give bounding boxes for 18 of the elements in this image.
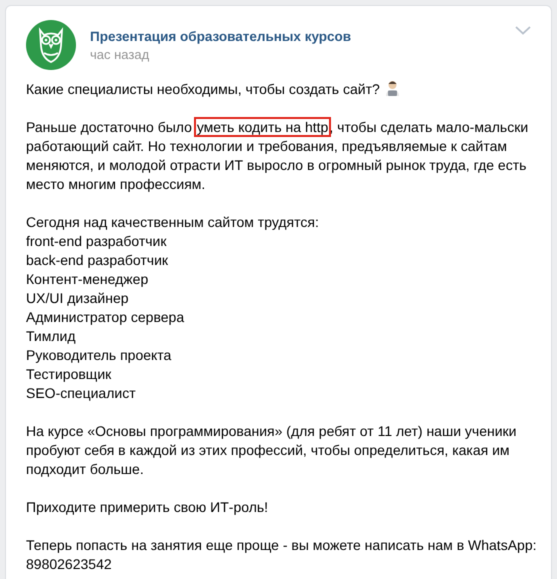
post-line: Тимлид <box>26 327 77 346</box>
author-link[interactable]: Презентация образовательных курсов <box>90 28 501 44</box>
post-line: SEO-специалист <box>26 384 137 403</box>
post-line: back-end разработчик <box>26 251 170 270</box>
post-line: 89802623542 <box>26 555 113 574</box>
post-line: Руководитель проекта <box>26 346 172 365</box>
post-text: Какие специалисты необходимы, чтобы создать сайт? <box>26 81 380 97</box>
post-text: Приходите примерить свою ИТ-роль! <box>26 499 268 515</box>
post-line: front-end разработчик <box>26 232 168 251</box>
post-line: UX/UI дизайнер <box>26 289 130 308</box>
post-line: Тестировщик <box>26 365 112 384</box>
post-line: Теперь попасть на занятия еще проще - вы можете написать нам в WhatsApp: <box>26 536 538 555</box>
post-line: Сегодня над качественным сайтом трудятся: <box>26 213 320 232</box>
post-line: Администратор сервера <box>26 308 186 327</box>
owl-logo-icon[interactable] <box>26 20 76 70</box>
post-text: На курсе «Основы программирования» (для ребят от 11 лет) наши ученики пробуют себя в каждой из этих профессий, чтобы определиться, какая им подходит больше. <box>26 423 516 477</box>
chevron-icon[interactable] <box>515 26 531 35</box>
post-line: Контент-менеджер <box>26 270 150 289</box>
